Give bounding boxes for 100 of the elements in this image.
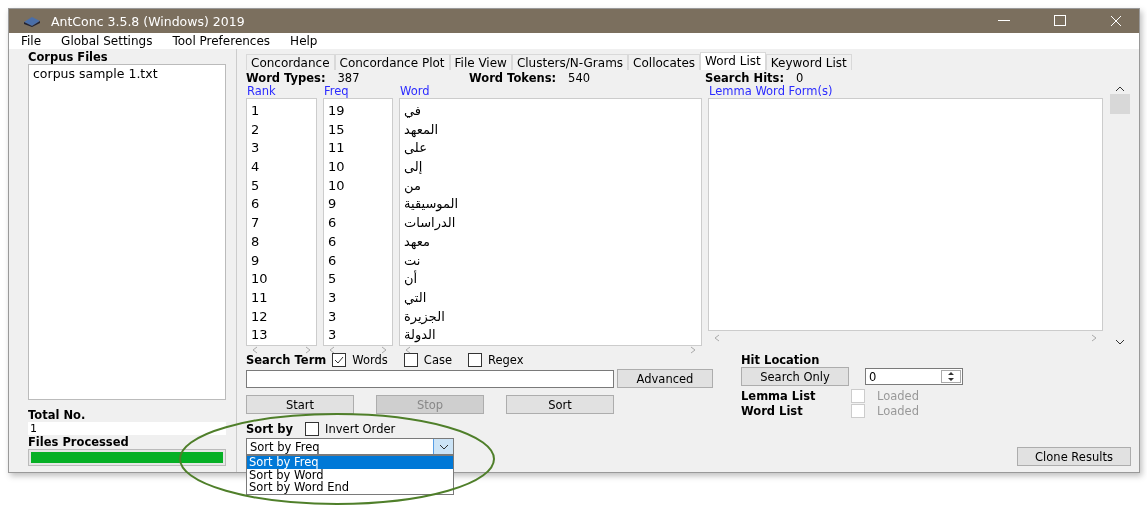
table-cell-text: 13 bbox=[250, 326, 269, 345]
table-cell-text: 3 bbox=[327, 326, 338, 345]
scrollbar-thumb[interactable] bbox=[1110, 94, 1130, 114]
table-cell-text: 6 bbox=[250, 195, 261, 214]
action-button[interactable]: Sort bbox=[506, 395, 614, 414]
table-cell-text: 10 bbox=[327, 158, 346, 177]
table-cell-text: 6 bbox=[327, 232, 338, 251]
table-cell-text: 11 bbox=[250, 288, 269, 307]
table-cell-text: التي bbox=[403, 288, 428, 307]
close-icon[interactable] bbox=[1110, 15, 1122, 27]
scroll-down-icon[interactable] bbox=[1115, 339, 1125, 345]
minimize-icon[interactable] bbox=[998, 20, 1010, 22]
table-cell-text: 6 bbox=[327, 214, 338, 233]
table-cell-text: 7 bbox=[250, 214, 261, 233]
tab[interactable]: File View bbox=[449, 54, 512, 70]
table-cell-text: 8 bbox=[250, 232, 261, 251]
table-cell-text: أن bbox=[403, 270, 419, 289]
table-cell-text: من bbox=[403, 176, 422, 196]
stat-label: Search Hits: bbox=[705, 71, 785, 85]
dropdown-option[interactable]: Sort by Freq bbox=[247, 456, 453, 469]
number-field[interactable]: 0 bbox=[865, 368, 963, 385]
stat-label: Word Tokens: bbox=[469, 71, 557, 85]
column-header[interactable]: Word bbox=[399, 85, 702, 98]
tab[interactable]: Word List bbox=[700, 52, 766, 70]
table-cell-text: 10 bbox=[250, 270, 269, 289]
table-cell-text: 5 bbox=[250, 176, 261, 195]
spinner-icon bbox=[941, 370, 961, 383]
stat-label: Word Types: bbox=[246, 71, 326, 85]
table-cell-text: نت bbox=[403, 251, 422, 270]
check-icon bbox=[334, 356, 345, 364]
stat-value: 0 bbox=[796, 71, 804, 85]
corpus-file-name[interactable]: corpus sample 1.txt bbox=[33, 66, 221, 81]
checkbox-label: Invert Order bbox=[325, 422, 396, 436]
column-header[interactable]: Rank bbox=[246, 85, 317, 98]
tab[interactable]: Keyword List bbox=[765, 54, 852, 70]
chevron-down-icon bbox=[433, 439, 453, 454]
column-header[interactable]: Freq bbox=[323, 85, 393, 98]
table-cell-text: 5 bbox=[327, 270, 338, 289]
stat-value: 540 bbox=[568, 71, 591, 85]
table-cell-text: في bbox=[403, 102, 423, 120]
checkbox-label: Regex bbox=[488, 353, 524, 367]
checkbox[interactable] bbox=[332, 353, 347, 367]
checkbox[interactable] bbox=[468, 353, 482, 367]
table-cell-text: الجزيرة bbox=[403, 307, 446, 327]
column-header[interactable]: Lemma Word Form(s) bbox=[708, 85, 1103, 98]
checkbox[interactable] bbox=[305, 422, 320, 436]
tab[interactable]: Concordance Plot bbox=[334, 54, 450, 70]
table-cell-text: الموسيقية bbox=[403, 195, 460, 214]
advanced-button[interactable]: Advanced bbox=[617, 369, 713, 388]
table-cell-text: 10 bbox=[327, 176, 346, 195]
scroll-up-icon[interactable] bbox=[1115, 86, 1125, 92]
menu-item[interactable]: File bbox=[21, 34, 52, 48]
section-label: Files Processed bbox=[28, 435, 130, 449]
checkbox-label: Case bbox=[423, 353, 452, 367]
section-label: Sort by bbox=[246, 422, 294, 436]
section-label: Lemma List bbox=[741, 389, 817, 403]
checkbox-label: Loaded bbox=[877, 389, 919, 403]
stat-value: 387 bbox=[337, 71, 360, 85]
table-cell-text: 19 bbox=[327, 102, 346, 120]
checkbox-label: Loaded bbox=[877, 404, 919, 418]
section-label: Hit Location bbox=[741, 353, 821, 367]
section-label: Word List bbox=[741, 404, 804, 418]
checkbox-label: Words bbox=[352, 353, 388, 367]
section-label: Corpus Files bbox=[28, 50, 109, 64]
table-cell-text: المعهد bbox=[403, 120, 440, 139]
table-cell-text: معهد bbox=[403, 232, 432, 251]
clone-results-button[interactable]: Clone Results bbox=[1017, 447, 1131, 466]
table-cell-text: 4 bbox=[250, 158, 261, 177]
table-cell-text: 12 bbox=[250, 307, 269, 326]
section-label: Search Term bbox=[246, 353, 327, 367]
search-field[interactable] bbox=[246, 369, 614, 388]
table-cell-text: 6 bbox=[327, 251, 338, 270]
table-cell-text: الدراسات bbox=[403, 214, 457, 233]
section-label: Total No. bbox=[28, 408, 87, 422]
tab[interactable]: Concordance bbox=[246, 54, 335, 70]
scroll-left-icon[interactable] bbox=[329, 345, 335, 354]
table-cell-text: الدولة bbox=[403, 326, 437, 345]
total-value: 1 bbox=[28, 422, 226, 435]
table-cell-text: 2 bbox=[250, 120, 261, 139]
window-title: AntConc 3.5.8 (Windows) 2019 bbox=[51, 13, 246, 29]
table-cell-text: 1 bbox=[250, 102, 261, 120]
table-cell-text: إلى bbox=[403, 158, 424, 177]
menu-item[interactable]: Help bbox=[290, 34, 328, 48]
app-icon bbox=[23, 15, 41, 27]
scroll-left-icon[interactable] bbox=[405, 345, 411, 354]
checkbox[interactable] bbox=[403, 353, 418, 367]
table-cell-text: على bbox=[403, 139, 428, 158]
tab[interactable]: Collocates bbox=[628, 54, 701, 70]
search-only-button[interactable]: Search Only bbox=[741, 367, 849, 386]
tab[interactable]: Clusters/N-Grams bbox=[511, 54, 629, 70]
menu-item[interactable]: Global Settings bbox=[61, 34, 163, 48]
table-cell-text: 9 bbox=[327, 195, 338, 214]
menu-item[interactable]: Tool Preferences bbox=[172, 34, 281, 48]
table-cell-text: 3 bbox=[327, 288, 338, 307]
table-cell-text: 11 bbox=[327, 139, 346, 158]
table-cell-text: 9 bbox=[250, 251, 261, 270]
table-cell-text: 15 bbox=[327, 120, 346, 139]
table-cell-text: 3 bbox=[250, 139, 261, 158]
action-button[interactable]: Start bbox=[246, 395, 354, 414]
maximize-icon[interactable] bbox=[1054, 15, 1066, 27]
